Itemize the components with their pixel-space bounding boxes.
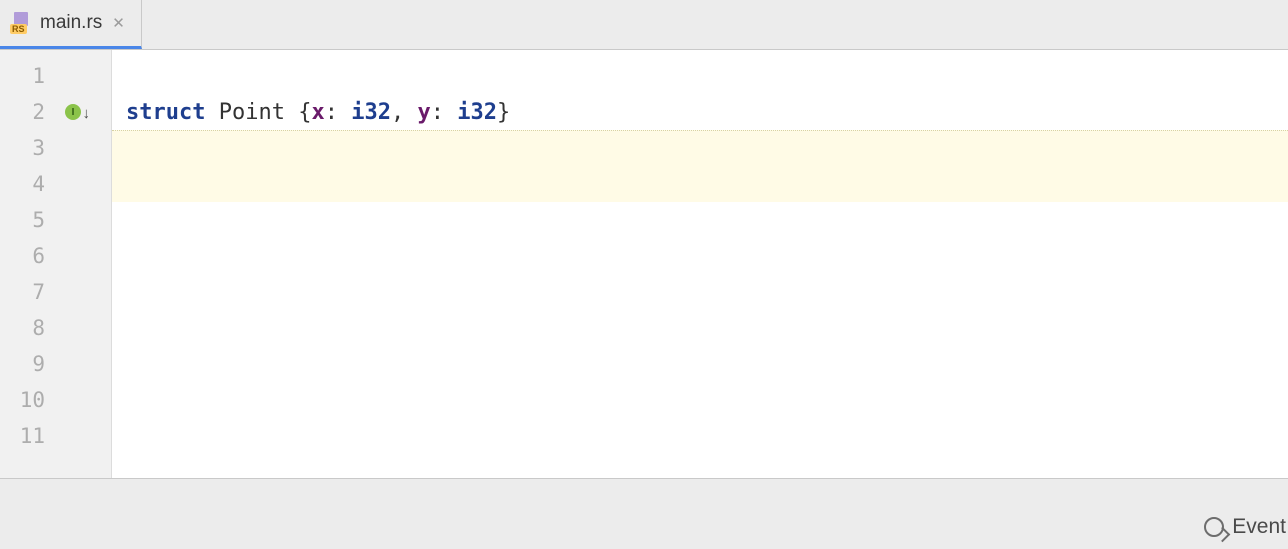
- line-number[interactable]: 7: [0, 274, 111, 310]
- has-implementations-icon[interactable]: I↓: [65, 104, 81, 120]
- event-log-icon: [1204, 517, 1224, 537]
- code-token: :: [431, 100, 458, 125]
- line-number[interactable]: 8: [0, 310, 111, 346]
- code-line[interactable]: [112, 274, 1288, 310]
- code-line[interactable]: [112, 166, 1288, 202]
- file-tab-main-rs[interactable]: RS main.rs ✕: [0, 0, 142, 49]
- line-number[interactable]: 1: [0, 58, 111, 94]
- code-token: [205, 100, 218, 125]
- code-token: x: [311, 100, 324, 125]
- line-number[interactable]: 6: [0, 238, 111, 274]
- code-token: [285, 100, 298, 125]
- file-tab-label: main.rs: [40, 12, 102, 34]
- code-area[interactable]: struct Point {x: i32, y: i32}: [112, 50, 1288, 478]
- code-token: i32: [351, 100, 391, 125]
- code-token: ,: [391, 100, 418, 125]
- code-line[interactable]: [112, 418, 1288, 454]
- code-line[interactable]: struct Point {x: i32, y: i32}: [112, 94, 1288, 130]
- code-line[interactable]: [112, 310, 1288, 346]
- line-number[interactable]: 3: [0, 130, 111, 166]
- event-log-label: Event: [1232, 515, 1286, 539]
- code-line[interactable]: [112, 346, 1288, 382]
- code-token: {: [298, 100, 311, 125]
- close-tab-icon[interactable]: ✕: [110, 14, 127, 32]
- status-bar: Event: [0, 478, 1288, 549]
- code-line[interactable]: [112, 382, 1288, 418]
- rust-file-icon: RS: [10, 12, 32, 34]
- line-number[interactable]: 4: [0, 166, 111, 202]
- editor-tabbar: RS main.rs ✕: [0, 0, 1288, 50]
- code-line[interactable]: [112, 58, 1288, 94]
- line-number[interactable]: 5: [0, 202, 111, 238]
- code-token: struct: [126, 100, 205, 125]
- line-number[interactable]: 11: [0, 418, 111, 454]
- code-token: i32: [457, 100, 497, 125]
- code-editor: 12I↓34567891011 struct Point {x: i32, y:…: [0, 50, 1288, 478]
- event-log-button[interactable]: Event: [1204, 515, 1288, 539]
- code-line[interactable]: [112, 130, 1288, 166]
- line-number[interactable]: 9: [0, 346, 111, 382]
- code-token: :: [325, 100, 352, 125]
- line-number[interactable]: 2I↓: [0, 94, 111, 130]
- code-line[interactable]: [112, 238, 1288, 274]
- line-number-gutter[interactable]: 12I↓34567891011: [0, 50, 112, 478]
- code-token: Point: [219, 100, 285, 125]
- code-token: }: [497, 100, 510, 125]
- code-line[interactable]: [112, 202, 1288, 238]
- code-token: y: [417, 100, 430, 125]
- line-number[interactable]: 10: [0, 382, 111, 418]
